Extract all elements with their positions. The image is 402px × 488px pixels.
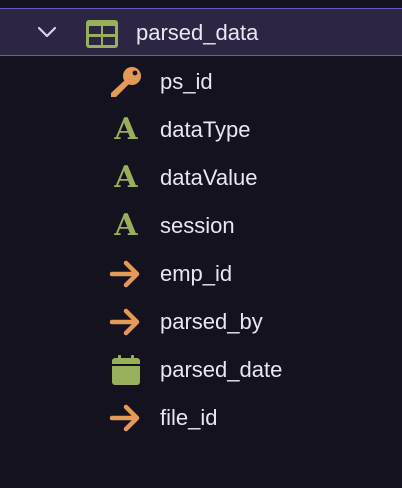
calendar-icon: [112, 355, 140, 385]
column-name: dataType: [160, 117, 251, 142]
foreign-key-arrow-icon: [109, 404, 140, 432]
table-row-parsed-data[interactable]: parsed_data: [0, 8, 402, 56]
column-row-emp-id[interactable]: emp_id: [0, 250, 402, 298]
chevron-down-icon[interactable]: [36, 22, 58, 42]
column-name: parsed_by: [160, 309, 263, 334]
column-name: parsed_date: [160, 357, 283, 382]
table-name: parsed_data: [136, 20, 259, 45]
text-type-icon: A: [114, 112, 138, 147]
column-name: emp_id: [160, 261, 233, 286]
column-row-parsed-date[interactable]: parsed_date: [0, 346, 402, 394]
text-type-icon: A: [114, 160, 138, 195]
foreign-key-arrow-icon: [109, 308, 140, 336]
column-row-datatype[interactable]: A dataType: [0, 106, 402, 154]
column-name: ps_id: [160, 69, 213, 94]
text-type-icon: A: [114, 208, 138, 243]
table-grid-icon: [86, 20, 118, 48]
foreign-key-arrow-icon: [109, 260, 140, 288]
column-row-datavalue[interactable]: A dataValue: [0, 154, 402, 202]
column-name: dataValue: [160, 165, 258, 190]
column-name: session: [160, 213, 235, 238]
key-icon: [111, 67, 141, 97]
column-row-parsed-by[interactable]: parsed_by: [0, 298, 402, 346]
schema-tree: parsed_data ps_id A dataType A dataValue…: [0, 0, 402, 488]
column-row-session[interactable]: A session: [0, 202, 402, 250]
column-row-file-id[interactable]: file_id: [0, 394, 402, 442]
column-name: file_id: [160, 405, 218, 430]
column-row-ps-id[interactable]: ps_id: [0, 58, 402, 106]
